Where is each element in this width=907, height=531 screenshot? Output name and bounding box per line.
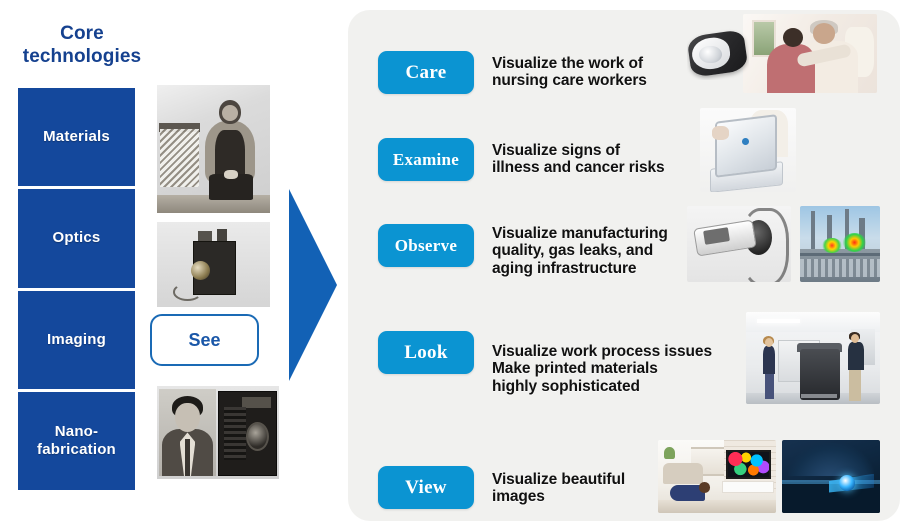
- television-screen: [728, 452, 770, 478]
- living-room-tv-viewing-photo: [658, 440, 776, 513]
- plant-railing: [800, 253, 880, 257]
- row-examine: Examine Visualize signs of illness and c…: [378, 138, 907, 181]
- pill-examine[interactable]: Examine: [378, 138, 474, 181]
- pill-look[interactable]: Look: [378, 331, 474, 374]
- row-care-description: Visualize the work of nursing care worke…: [492, 55, 647, 90]
- office-woman-legs: [764, 371, 775, 400]
- office-woman-body: [763, 346, 776, 374]
- right-pointing-arrow: [288, 188, 338, 382]
- camera-winder: [216, 228, 228, 242]
- plant-tower: [811, 210, 816, 254]
- living-room-plant: [663, 447, 675, 459]
- founder-portrait-and-folding-camera-photo: [157, 386, 279, 479]
- photo-person-face: [222, 105, 238, 122]
- folding-camera-lens: [245, 421, 269, 451]
- office-ceiling-light: [756, 319, 800, 324]
- printer-output-tray: [800, 393, 838, 399]
- tech-block-nano-fabrication[interactable]: Nano- fabrication: [18, 391, 135, 490]
- slide-canvas: Core technologies Materials Optics Imagi…: [0, 0, 907, 531]
- row-examine-description: Visualize signs of illness and cancer ri…: [492, 142, 665, 177]
- photo-person-hands: [224, 170, 238, 180]
- core-technologies-stack: Materials Optics Imaging Nano- fabricati…: [18, 88, 135, 490]
- folding-camera-bellows: [223, 406, 247, 461]
- living-room-floor: [658, 499, 776, 513]
- see-button[interactable]: See: [150, 314, 259, 366]
- tech-block-imaging[interactable]: Imaging: [18, 290, 135, 389]
- stage-dome: [787, 442, 875, 477]
- radiography-flat-panel: [715, 114, 777, 178]
- camera-lens: [190, 261, 211, 280]
- gas-leak-thermal-blob: [843, 233, 866, 252]
- office-multifunction-printer-scene-photo: [746, 312, 880, 404]
- living-room-sofa: [662, 463, 703, 484]
- multifunction-printer: [799, 348, 840, 401]
- television: [726, 450, 772, 480]
- row-observe-description: Visualize manufacturing quality, gas lea…: [492, 225, 668, 277]
- pill-view[interactable]: View: [378, 466, 474, 509]
- photo-table-cloth: [160, 128, 199, 188]
- plant-pipes: [800, 259, 880, 278]
- tech-block-materials[interactable]: Materials: [18, 88, 135, 187]
- photo-seated-person: [204, 100, 256, 201]
- folding-camera: [218, 390, 277, 477]
- founder-tie: [184, 439, 191, 477]
- core-technologies-title: Core technologies: [22, 23, 142, 68]
- historic-seated-portrait-photo: [157, 85, 270, 213]
- chemical-plant-gas-leak-thermal-overlay-photo: [800, 206, 880, 282]
- sensor-device-lens: [699, 45, 722, 64]
- pill-observe[interactable]: Observe: [378, 224, 474, 267]
- office-man-body: [847, 342, 864, 370]
- stage-light-orb: [838, 475, 855, 492]
- caregiver-hugging-elderly-person-photo: [743, 14, 877, 93]
- vintage-box-camera-photo: [157, 222, 270, 307]
- office-man-head: [850, 334, 859, 344]
- camera-strap: [172, 283, 202, 301]
- gas-leak-thermal-blob: [822, 237, 842, 254]
- see-button-label: See: [188, 329, 221, 350]
- portable-digital-radiography-panel-photo: [700, 108, 796, 192]
- founder-face: [174, 402, 201, 433]
- blue-stage-projection-photo: [782, 440, 880, 513]
- industrial-inspection-camera-photo: [687, 206, 791, 282]
- founder-portrait: [159, 388, 216, 477]
- radiography-indicator-light: [742, 138, 749, 145]
- office-woman-head: [764, 337, 773, 347]
- office-man-legs: [849, 368, 862, 402]
- pill-care[interactable]: Care: [378, 51, 474, 94]
- living-room-viewer-head: [699, 482, 710, 493]
- row-look-description: Visualize work process issues Make print…: [492, 343, 712, 395]
- care-sensor-device: [687, 28, 749, 80]
- tech-block-optics[interactable]: Optics: [18, 189, 135, 288]
- radiography-hand: [711, 126, 729, 140]
- living-room-media-console: [722, 480, 774, 494]
- row-view-description: Visualize beautiful images: [492, 471, 626, 506]
